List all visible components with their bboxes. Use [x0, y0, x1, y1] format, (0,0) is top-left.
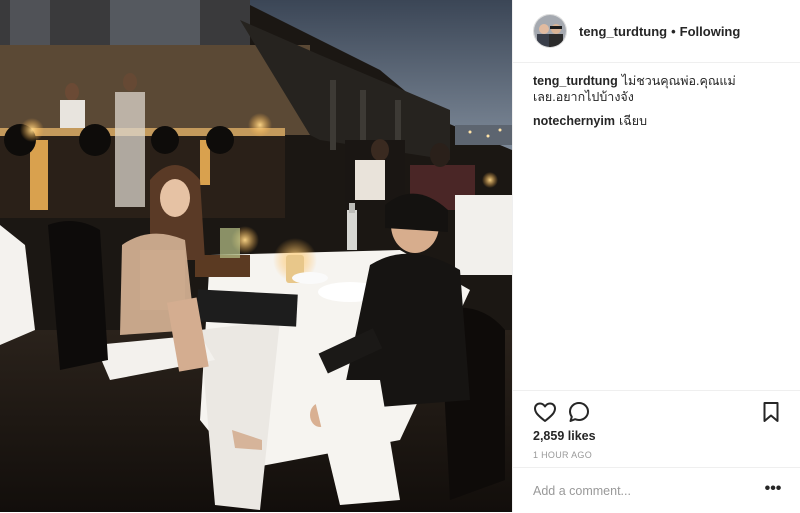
add-comment-input[interactable]	[533, 480, 743, 502]
comment-item: notechernyim เฉียบ	[533, 113, 783, 129]
post-header: teng_turdtung • Following	[513, 0, 800, 63]
comment-text: เฉียบ	[618, 114, 648, 128]
post-photo[interactable]	[0, 0, 512, 512]
instagram-post-modal: teng_turdtung • Following teng_turdtung ไ…	[0, 0, 800, 512]
avatar[interactable]	[533, 14, 567, 48]
post-author-username[interactable]: teng_turdtung	[579, 24, 667, 39]
add-comment-bar: •••	[513, 467, 800, 513]
more-options-button[interactable]: •••	[763, 481, 783, 500]
heart-icon	[534, 402, 556, 422]
profile-avatar-icon	[534, 15, 566, 47]
comment-item: teng_turdtung ไม่ชวนคุณพ่อ.คุณแม่เลย.อยาก…	[533, 73, 783, 105]
post-side-panel: teng_turdtung • Following teng_turdtung ไ…	[512, 0, 800, 512]
comments-list: teng_turdtung ไม่ชวนคุณพ่อ.คุณแม่เลย.อยาก…	[533, 73, 783, 137]
like-button[interactable]	[533, 400, 557, 424]
comment-button[interactable]	[567, 400, 591, 424]
following-button[interactable]: Following	[680, 24, 741, 39]
bookmark-icon	[763, 402, 779, 422]
likes-count[interactable]: 2,859 likes	[533, 429, 596, 443]
save-button[interactable]	[759, 400, 783, 424]
comment-username[interactable]: notechernyim	[533, 114, 615, 128]
header-separator: •	[671, 23, 676, 39]
post-actions: 2,859 likes 1 HOUR AGO •••	[513, 390, 800, 512]
comment-username[interactable]: teng_turdtung	[533, 74, 618, 88]
post-timestamp[interactable]: 1 HOUR AGO	[533, 450, 592, 460]
speech-bubble-icon	[569, 402, 589, 422]
photo-illustration	[0, 0, 512, 512]
